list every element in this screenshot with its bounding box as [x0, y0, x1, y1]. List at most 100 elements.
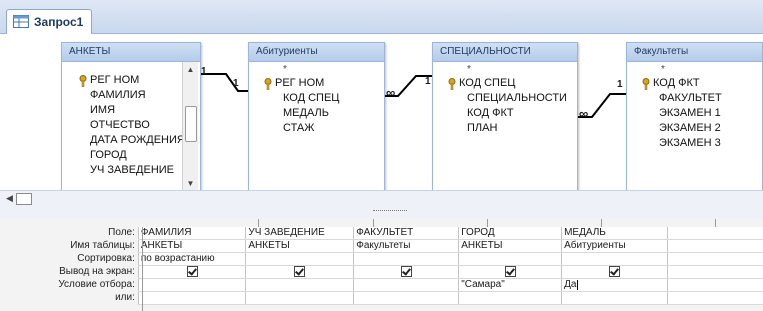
- join-3-right-label: 1: [617, 79, 623, 90]
- column-divider: [601, 219, 602, 227]
- table-abiturienty[interactable]: Абитуриенты * РЕГ НОМ КОД СПЕЦ МЕДАЛЬ СТ…: [248, 42, 385, 192]
- field-item[interactable]: МЕДАЛЬ: [283, 107, 329, 119]
- splitter-grip[interactable]: [373, 210, 407, 213]
- join-3-left-label: ∞: [579, 106, 589, 121]
- grid-cell-criteria[interactable]: [245, 278, 354, 293]
- table-ankety-fields: РЕГ НОМ ФАМИЛИЯ ИМЯ ОТЧЕСТВО ДАТА РОЖДЕН…: [62, 62, 200, 191]
- field-item[interactable]: КОД СПЕЦ: [283, 92, 339, 104]
- table-ankety[interactable]: АНКЕТЫ РЕГ НОМ ФАМИЛИЯ ИМЯ ОТЧЕСТВО ДАТА…: [61, 42, 201, 192]
- table-abiturienty-header[interactable]: Абитуриенты: [249, 43, 384, 62]
- grid-cell-empty[interactable]: [666, 239, 763, 253]
- grid-cell-sort[interactable]: [458, 252, 562, 266]
- field-item[interactable]: РЕГ НОМ: [74, 74, 139, 87]
- scroll-down-icon[interactable]: ▼: [183, 176, 198, 191]
- show-checkbox[interactable]: [400, 266, 412, 277]
- grid-cell-or[interactable]: [561, 291, 668, 306]
- grid-cell-show: [458, 265, 562, 280]
- grid-cell-empty[interactable]: [666, 252, 763, 266]
- show-checkbox[interactable]: [608, 266, 620, 277]
- grid-cell-criteria[interactable]: [137, 278, 246, 293]
- field-item[interactable]: КОД ФКТ: [467, 107, 514, 119]
- grid-cell-or[interactable]: [458, 291, 562, 306]
- field-item[interactable]: ЭКЗАМЕН 2: [659, 122, 721, 134]
- join-1-left-label: 1: [201, 66, 207, 77]
- grid-cell-empty[interactable]: [666, 278, 763, 293]
- field-item[interactable]: ПЛАН: [467, 122, 497, 134]
- grid-cell-or[interactable]: [137, 291, 246, 306]
- grid-cell-table[interactable]: АНКЕТЫ: [245, 239, 354, 253]
- field-item[interactable]: ДАТА РОЖДЕНИЯ: [90, 134, 185, 146]
- scroll-thumb[interactable]: [185, 106, 197, 142]
- table-fakultety-header[interactable]: Факультеты: [627, 43, 762, 62]
- all-fields-star[interactable]: *: [283, 64, 287, 75]
- show-checkbox[interactable]: [294, 266, 306, 277]
- grid-cell-or[interactable]: [245, 291, 354, 306]
- field-item[interactable]: СПЕЦИАЛЬНОСТИ: [467, 92, 567, 104]
- field-item[interactable]: КОД ФКТ: [639, 77, 700, 90]
- table-ankety-header[interactable]: АНКЕТЫ: [62, 43, 200, 62]
- grid-cell-empty[interactable]: [666, 291, 763, 306]
- pane-splitter[interactable]: [0, 207, 763, 219]
- grid-cell-sort[interactable]: [353, 252, 459, 266]
- table-fakultety-fields: * КОД ФКТ ФАКУЛЬТЕТ ЭКЗАМЕН 1 ЭКЗАМЕН 2 …: [627, 62, 762, 191]
- scroll-up-icon[interactable]: ▲: [183, 62, 198, 77]
- row-label: Поле:: [0, 227, 139, 240]
- row-label: Вывод на экран:: [0, 265, 139, 279]
- grid-row-or: или:: [0, 291, 763, 306]
- table-fakultety[interactable]: Факультеты * КОД ФКТ ФАКУЛЬТЕТ ЭКЗАМЕН 1…: [626, 42, 763, 192]
- field-item[interactable]: СТАЖ: [283, 122, 314, 134]
- grid-cell-criteria[interactable]: Да: [561, 278, 668, 293]
- grid-row-field: Поле: ФАМИЛИЯ УЧ ЗАВЕДЕНИЕ ФАКУЛЬТЕТ ГОР…: [0, 227, 763, 240]
- grid-cell-table[interactable]: Факультеты: [353, 239, 459, 253]
- table-pane-scrollbar[interactable]: ◀: [0, 190, 763, 208]
- field-item[interactable]: ФАКУЛЬТЕТ: [659, 92, 722, 104]
- field-item[interactable]: УЧ ЗАВЕДЕНИЕ: [90, 164, 174, 176]
- table-abiturienty-fields: * РЕГ НОМ КОД СПЕЦ МЕДАЛЬ СТАЖ: [249, 62, 384, 191]
- row-label: Условие отбора:: [0, 278, 139, 292]
- show-checkbox[interactable]: [186, 266, 198, 277]
- table-specialnosti[interactable]: СПЕЦИАЛЬНОСТИ * КОД СПЕЦ СПЕЦИАЛЬНОСТИ К…: [432, 42, 578, 192]
- field-item[interactable]: КОД СПЕЦ: [445, 77, 515, 90]
- table-ankety-scrollbar[interactable]: ▲ ▼: [182, 62, 198, 191]
- join-1-right-label: 1: [233, 78, 239, 89]
- grid-cell-criteria[interactable]: "Самара": [458, 278, 562, 293]
- grid-cell-table[interactable]: АНКЕТЫ: [137, 239, 246, 253]
- field-item[interactable]: ИМЯ: [90, 104, 115, 116]
- grid-cell-field[interactable]: УЧ ЗАВЕДЕНИЕ: [245, 227, 354, 240]
- grid-cell-field[interactable]: ФАМИЛИЯ: [137, 227, 246, 240]
- grid-cell-field[interactable]: МЕДАЛЬ: [561, 227, 668, 240]
- field-item[interactable]: ЭКЗАМЕН 1: [659, 107, 721, 119]
- grid-row-criteria: Условие отбора: "Самара" Да: [0, 278, 763, 293]
- grid-cell-field[interactable]: ГОРОД: [458, 227, 562, 240]
- text-cursor: [577, 279, 579, 290]
- field-item[interactable]: ОТЧЕСТВО: [90, 119, 150, 131]
- grid-cell-sort[interactable]: [245, 252, 354, 266]
- grid-cell-sort[interactable]: по возрастанию: [137, 252, 246, 266]
- column-divider: [487, 219, 488, 227]
- field-item[interactable]: ФАМИЛИЯ: [90, 89, 146, 101]
- grid-cell-field[interactable]: ФАКУЛЬТЕТ: [353, 227, 459, 240]
- field-item[interactable]: ГОРОД: [90, 149, 127, 161]
- all-fields-star[interactable]: *: [467, 64, 471, 75]
- all-fields-star[interactable]: *: [661, 64, 665, 75]
- grid-cell-criteria[interactable]: [353, 278, 459, 293]
- grid-cell-sort[interactable]: [561, 252, 668, 266]
- column-divider: [258, 219, 259, 227]
- grid-cell-empty[interactable]: [666, 227, 763, 240]
- document-tab-strip: Запрос1: [0, 0, 763, 34]
- field-item[interactable]: РЕГ НОМ: [261, 77, 324, 90]
- scroll-left-icon[interactable]: ◀: [6, 193, 13, 204]
- tab-query1[interactable]: Запрос1: [6, 9, 92, 34]
- field-item[interactable]: ЭКЗАМЕН 3: [659, 137, 721, 149]
- grid-cell-or[interactable]: [353, 291, 459, 306]
- show-checkbox[interactable]: [504, 266, 516, 277]
- tab-label: Запрос1: [34, 15, 84, 29]
- grid-cell-empty[interactable]: [666, 265, 763, 280]
- join-2-right-label: 1: [425, 76, 431, 87]
- table-specialnosti-header[interactable]: СПЕЦИАЛЬНОСТИ: [433, 43, 577, 62]
- scroll-thumb[interactable]: [16, 193, 32, 205]
- column-divider: [715, 219, 716, 227]
- grid-cell-table[interactable]: Абитуриенты: [561, 239, 668, 253]
- grid-cell-table[interactable]: АНКЕТЫ: [458, 239, 562, 253]
- table-pane: 1 1 ∞ 1 ∞ 1 АНКЕТЫ РЕГ НОМ ФАМИЛИЯ ИМЯ О…: [0, 34, 763, 192]
